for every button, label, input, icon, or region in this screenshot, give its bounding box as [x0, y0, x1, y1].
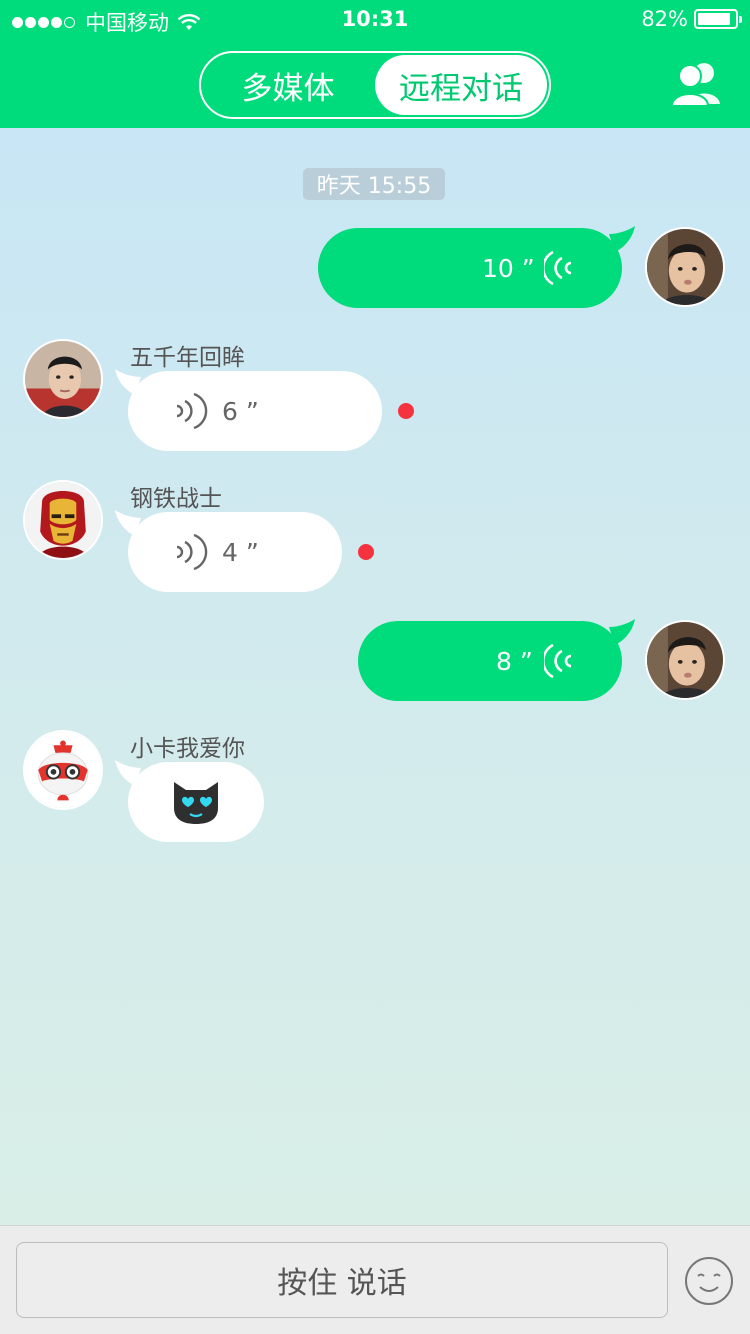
status-time: 10:31	[341, 7, 409, 31]
input-bar: 按住 说话	[0, 1225, 750, 1334]
bubble-tail	[609, 226, 635, 252]
voice-message-incoming[interactable]: 6 ”	[115, 369, 382, 451]
heart-eyes-cat-icon	[174, 782, 218, 824]
battery-percent: 82%	[641, 7, 688, 31]
unread-dot	[398, 403, 414, 419]
tab-remote-chat[interactable]: 远程对话	[375, 55, 547, 115]
voice-message-incoming[interactable]: 4 ”	[115, 510, 342, 592]
sender-name: 钢铁战士	[130, 486, 222, 512]
bubble-tail	[609, 619, 635, 645]
avatar-contact[interactable]	[23, 480, 103, 560]
voice-duration: 6 ”	[222, 396, 259, 426]
avatar-contact[interactable]	[23, 339, 103, 419]
bubble-tail	[115, 369, 141, 395]
contacts-icon[interactable]	[670, 60, 724, 108]
sender-name: 五千年回眸	[130, 345, 245, 371]
avatar-self[interactable]	[645, 620, 725, 700]
voice-message-outgoing[interactable]: 10 ”	[318, 226, 635, 308]
voice-duration: 10 ”	[482, 253, 535, 283]
voice-message-outgoing[interactable]: 8 ”	[358, 619, 635, 701]
hold-to-talk-button[interactable]: 按住 说话	[16, 1242, 668, 1318]
sender-name: 小卡我爱你	[130, 736, 245, 762]
voice-wave-icon	[176, 392, 208, 430]
bubble-tail	[115, 760, 141, 786]
unread-dot	[358, 544, 374, 560]
avatar-self[interactable]	[645, 227, 725, 307]
voice-duration: 8 ”	[496, 646, 533, 676]
time-divider: 昨天 15:55	[303, 168, 445, 200]
voice-wave-icon	[176, 533, 208, 571]
avatar-contact[interactable]	[23, 730, 103, 810]
voice-wave-icon	[544, 643, 572, 679]
chat-area[interactable]: 昨天 15:55 10 ” 五千年回眸 6 ” 钢铁战士 4 ” 8 ” 小卡我…	[0, 128, 750, 1225]
top-bar: 中国移动 10:31 82% 多媒体 远程对话	[0, 0, 750, 128]
status-bar: 中国移动 10:31 82%	[0, 0, 750, 40]
battery-icon	[694, 9, 742, 29]
tab-multimedia[interactable]: 多媒体	[203, 55, 373, 115]
voice-wave-icon	[544, 250, 572, 286]
emoji-message-incoming[interactable]	[115, 760, 264, 842]
segment-control: 多媒体 远程对话	[199, 51, 551, 119]
status-right: 82%	[641, 7, 742, 31]
smiley-icon[interactable]	[684, 1256, 734, 1306]
bubble-tail	[115, 510, 141, 536]
voice-duration: 4 ”	[222, 537, 259, 567]
